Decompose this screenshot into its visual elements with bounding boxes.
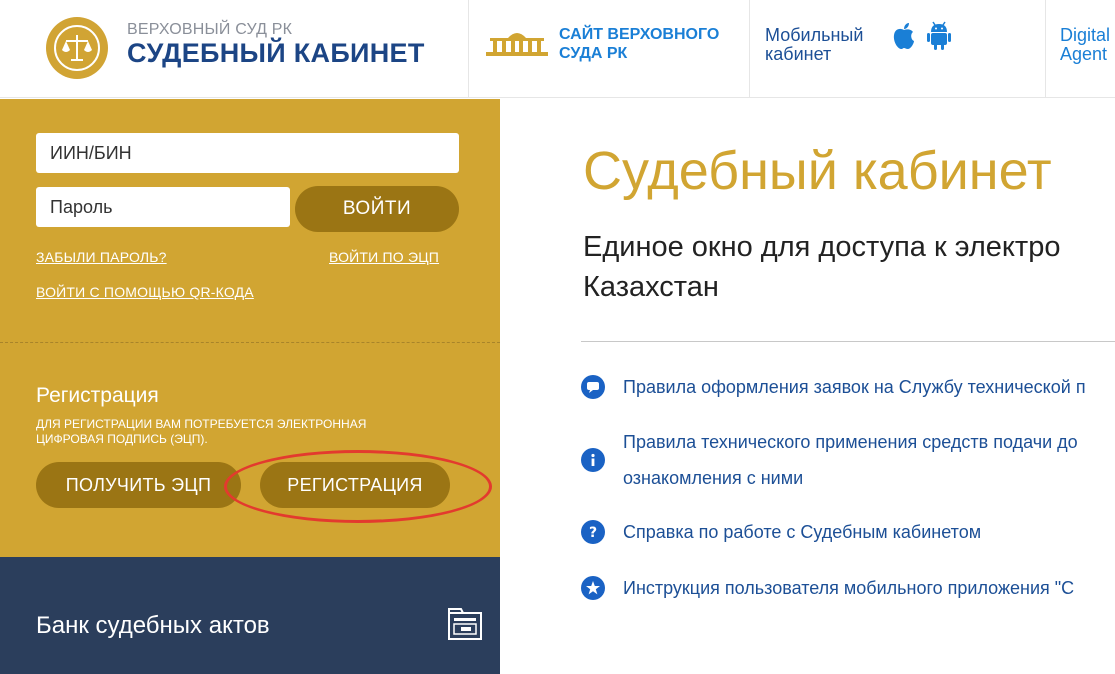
get-ecp-button[interactable]: ПОЛУЧИТЬ ЭЦП [36, 462, 241, 508]
support-rules-link[interactable]: Правила оформления заявок на Службу техн… [623, 369, 1086, 405]
court-emblem-icon[interactable] [46, 17, 108, 79]
registration-description: ДЛЯ РЕГИСТРАЦИИ ВАМ ПОТРЕБУЕТСЯ ЭЛЕКТРОН… [36, 417, 367, 446]
login-button[interactable]: ВОЙТИ [295, 186, 459, 232]
android-icon[interactable] [926, 21, 952, 56]
iin-input[interactable] [36, 133, 459, 173]
page-subtitle: Единое окно для доступа к электро Казахс… [583, 231, 1061, 303]
register-button[interactable]: РЕГИСТРАЦИЯ [260, 462, 450, 508]
star-icon[interactable] [581, 576, 605, 600]
forgot-password-link[interactable]: ЗАБЫЛИ ПАРОЛЬ? [36, 249, 167, 265]
content-divider [581, 341, 1115, 342]
apple-icon[interactable] [892, 22, 916, 55]
brand-subtitle: ВЕРХОВНЫЙ СУД РК [127, 21, 293, 38]
question-icon[interactable]: ? [581, 520, 605, 544]
password-input[interactable] [36, 187, 290, 227]
technical-rules-link[interactable]: Правила технического применения средств … [623, 424, 1078, 496]
registration-title: Регистрация [36, 384, 159, 407]
supreme-court-site-link[interactable]: САЙТ ВЕРХОВНОГО СУДА РК [559, 25, 719, 63]
court-acts-bank-label[interactable]: Банк судебных актов [36, 612, 270, 640]
panel-divider [0, 342, 500, 343]
mobile-cabinet-link[interactable]: Мобильный кабинет [765, 26, 863, 64]
digital-agent-link[interactable]: Digital Agent [1060, 26, 1110, 64]
site-header: ВЕРХОВНЫЙ СУД РК СУДЕБНЫЙ КАБИНЕТ САЙТ В… [0, 0, 1115, 98]
brand-title[interactable]: СУДЕБНЫЙ КАБИНЕТ [127, 38, 425, 69]
folder-icon[interactable] [447, 607, 483, 646]
header-divider [749, 0, 750, 98]
ecp-login-link[interactable]: ВОЙТИ ПО ЭЦП [329, 249, 439, 265]
qr-login-link[interactable]: ВОЙТИ С ПОМОЩЬЮ QR-КОДА [36, 284, 254, 300]
cabinet-help-link[interactable]: Справка по работе с Судебным кабинетом [623, 514, 981, 550]
header-divider [1045, 0, 1046, 98]
mobile-app-manual-link[interactable]: Инструкция пользователя мобильного прило… [623, 570, 1074, 606]
supreme-court-building-icon[interactable] [484, 28, 550, 63]
chat-icon[interactable] [581, 375, 605, 399]
svg-text:?: ? [589, 525, 597, 541]
info-icon[interactable] [581, 448, 605, 472]
page-title: Судебный кабинет [583, 141, 1052, 201]
header-divider [468, 0, 469, 98]
